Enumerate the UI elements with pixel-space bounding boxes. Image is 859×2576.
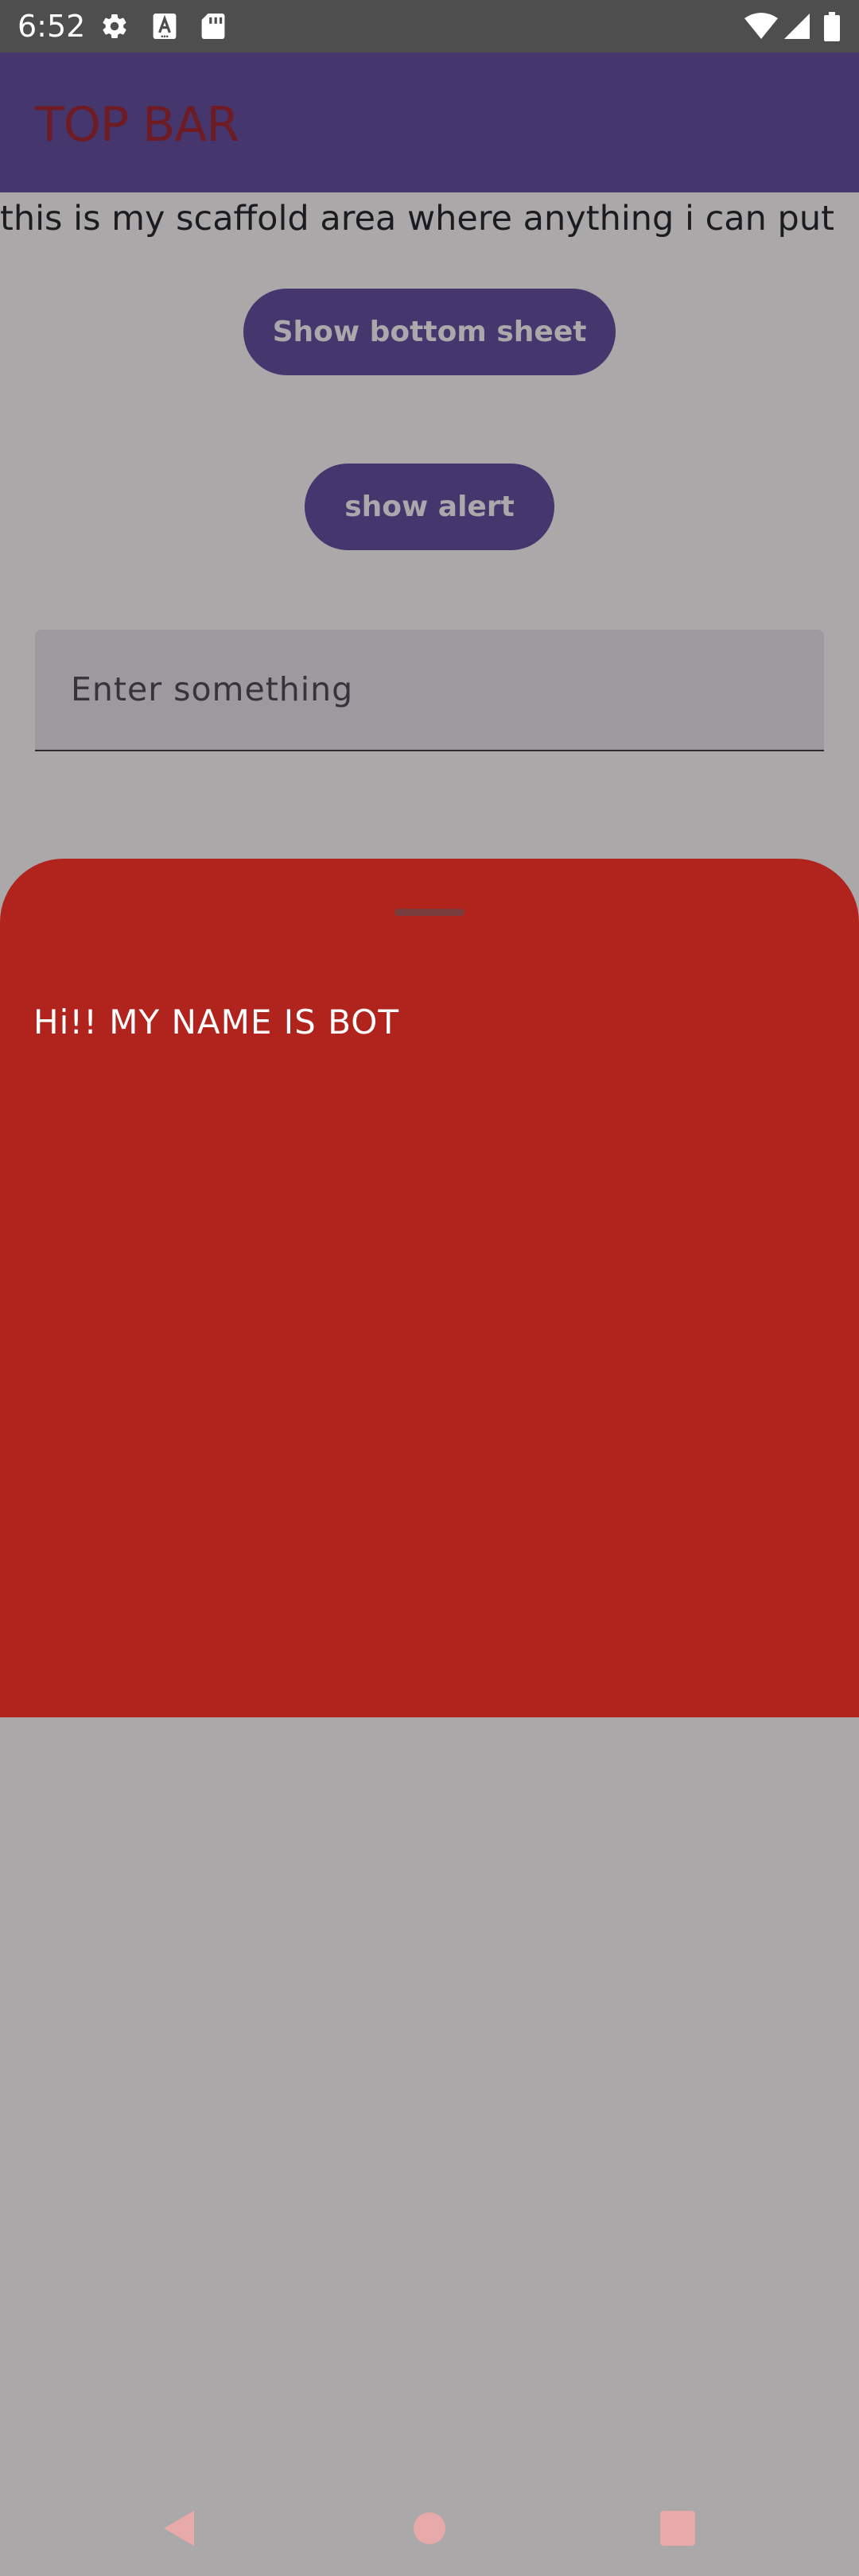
text-field[interactable]: Enter something <box>35 630 824 751</box>
top-app-bar: TOP BAR <box>0 52 859 192</box>
signal-icon <box>784 14 810 39</box>
back-icon[interactable] <box>156 2504 204 2552</box>
bottom-sheet: Hi!! MY NAME IS BOT <box>0 859 859 2546</box>
wifi-icon <box>744 13 778 39</box>
scaffold-text: this is my scaffold area where anything … <box>0 199 834 239</box>
battery-icon <box>824 12 840 41</box>
font-a-icon <box>153 14 177 39</box>
status-time: 6:52 <box>17 9 86 44</box>
drag-handle[interactable] <box>395 909 464 916</box>
show-alert-button[interactable]: show alert <box>305 464 554 550</box>
recents-icon[interactable] <box>654 2504 702 2552</box>
show-bottom-sheet-button[interactable]: Show bottom sheet <box>243 289 616 375</box>
status-bar: 6:52 <box>0 0 859 52</box>
top-bar-title: TOP BAR <box>35 97 239 153</box>
text-field-placeholder: Enter something <box>71 670 354 708</box>
bottom-sheet-text: Hi!! MY NAME IS BOT <box>33 1003 399 1042</box>
navigation-bar <box>0 2481 859 2576</box>
home-icon[interactable] <box>406 2504 453 2552</box>
sd-card-icon <box>201 14 225 39</box>
gear-icon <box>103 14 126 39</box>
